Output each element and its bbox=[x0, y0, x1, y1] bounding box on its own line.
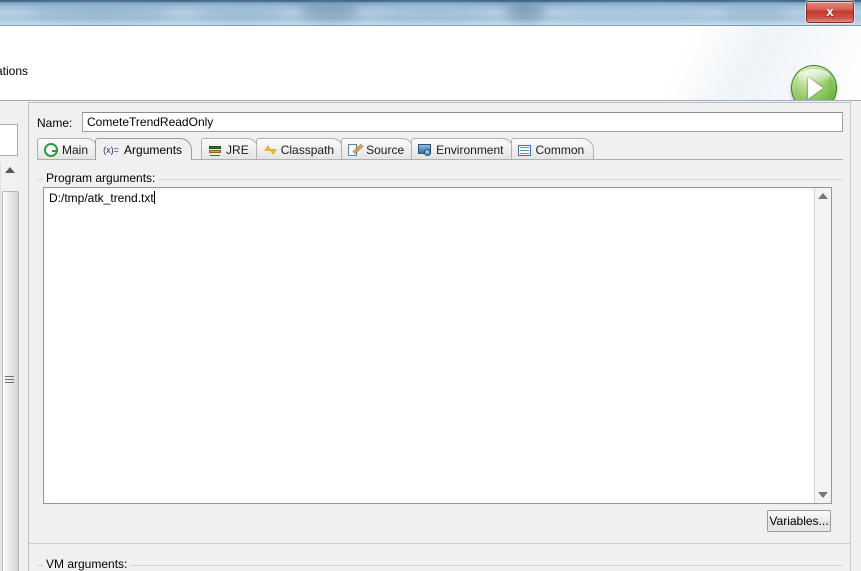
tab-source[interactable]: Source bbox=[341, 138, 415, 160]
tab-main-label: Main bbox=[62, 142, 89, 157]
titlebar-blur-smudge bbox=[720, 4, 790, 20]
right-pane-rail bbox=[850, 101, 861, 571]
name-label: Name: bbox=[37, 116, 73, 130]
tab-classpath-label: Classpath bbox=[280, 142, 335, 157]
tab-main[interactable]: Main bbox=[37, 138, 99, 160]
program-arguments-scrollbar[interactable] bbox=[814, 188, 831, 503]
section-separator bbox=[29, 543, 851, 544]
classpath-arrows-icon bbox=[263, 143, 277, 157]
jre-books-icon bbox=[208, 143, 222, 157]
scroll-down-arrow-icon[interactable] bbox=[818, 492, 828, 498]
program-arguments-value-row: D:/tmp/atk_trend.txt bbox=[49, 191, 155, 205]
dialog-subtitle: ations bbox=[0, 64, 29, 78]
tab-classpath[interactable]: Classpath bbox=[255, 138, 345, 160]
tab-arguments-label: Arguments bbox=[124, 142, 183, 157]
group-divider bbox=[37, 565, 843, 566]
name-input[interactable] bbox=[82, 112, 843, 132]
titlebar-blur-smudge bbox=[195, 6, 285, 20]
program-arguments-value: D:/tmp/atk_trend.txt bbox=[49, 191, 154, 205]
arguments-tab-panel: Program arguments: D:/tmp/atk_trend.txt … bbox=[29, 160, 851, 571]
run-button-gloss bbox=[798, 69, 830, 84]
scroll-grip-icon[interactable] bbox=[5, 376, 14, 384]
left-vertical-scrollbar[interactable] bbox=[0, 163, 19, 571]
common-list-icon bbox=[517, 143, 532, 157]
program-arguments-label: Program arguments: bbox=[43, 171, 159, 185]
vm-arguments-label: VM arguments: bbox=[43, 557, 131, 571]
tab-environment[interactable]: Environment bbox=[411, 138, 514, 160]
tab-source-label: Source bbox=[366, 142, 405, 157]
tab-arguments[interactable]: (x)= Arguments bbox=[95, 138, 193, 161]
titlebar-blur-smudge bbox=[560, 6, 710, 20]
titlebar-blur-smudge bbox=[505, 3, 545, 20]
run-configuration-panel: Name: Main (x)= Arguments JRE bbox=[20, 101, 861, 571]
left-pane-field-stub bbox=[0, 124, 18, 156]
titlebar-blur-smudge bbox=[30, 4, 170, 20]
name-row: Name: bbox=[37, 112, 843, 134]
source-edit-icon bbox=[348, 143, 362, 157]
tab-common-label: Common bbox=[535, 142, 585, 157]
main-circle-icon bbox=[44, 142, 58, 157]
titlebar-top-edge bbox=[0, 0, 861, 2]
tab-common[interactable]: Common bbox=[510, 138, 595, 160]
close-window-button[interactable]: x bbox=[806, 1, 854, 23]
window-titlebar: x bbox=[0, 0, 861, 26]
configuration-tabbar: Main (x)= Arguments JRE Classpath Source bbox=[37, 138, 843, 161]
variable-xeq-icon: (x)= bbox=[103, 144, 119, 155]
program-arguments-input[interactable]: D:/tmp/atk_trend.txt bbox=[43, 187, 832, 504]
tab-jre[interactable]: JRE bbox=[201, 138, 259, 160]
scroll-up-arrow-icon[interactable] bbox=[5, 167, 15, 173]
dialog-header: ations bbox=[0, 26, 861, 101]
left-pane-rail bbox=[0, 101, 21, 571]
app-window: x ations Name: Main bbox=[0, 0, 861, 571]
tab-jre-label: JRE bbox=[226, 142, 249, 157]
environment-monitor-icon bbox=[418, 143, 432, 157]
variables-button[interactable]: Variables... bbox=[767, 510, 831, 532]
scroll-up-arrow-icon[interactable] bbox=[818, 193, 828, 199]
tab-environment-label: Environment bbox=[436, 142, 504, 157]
configuration-form: Name: Main (x)= Arguments JRE bbox=[28, 102, 852, 571]
text-caret bbox=[153, 191, 155, 204]
titlebar-blur-smudge bbox=[300, 2, 360, 20]
titlebar-blur-smudge bbox=[370, 5, 490, 20]
